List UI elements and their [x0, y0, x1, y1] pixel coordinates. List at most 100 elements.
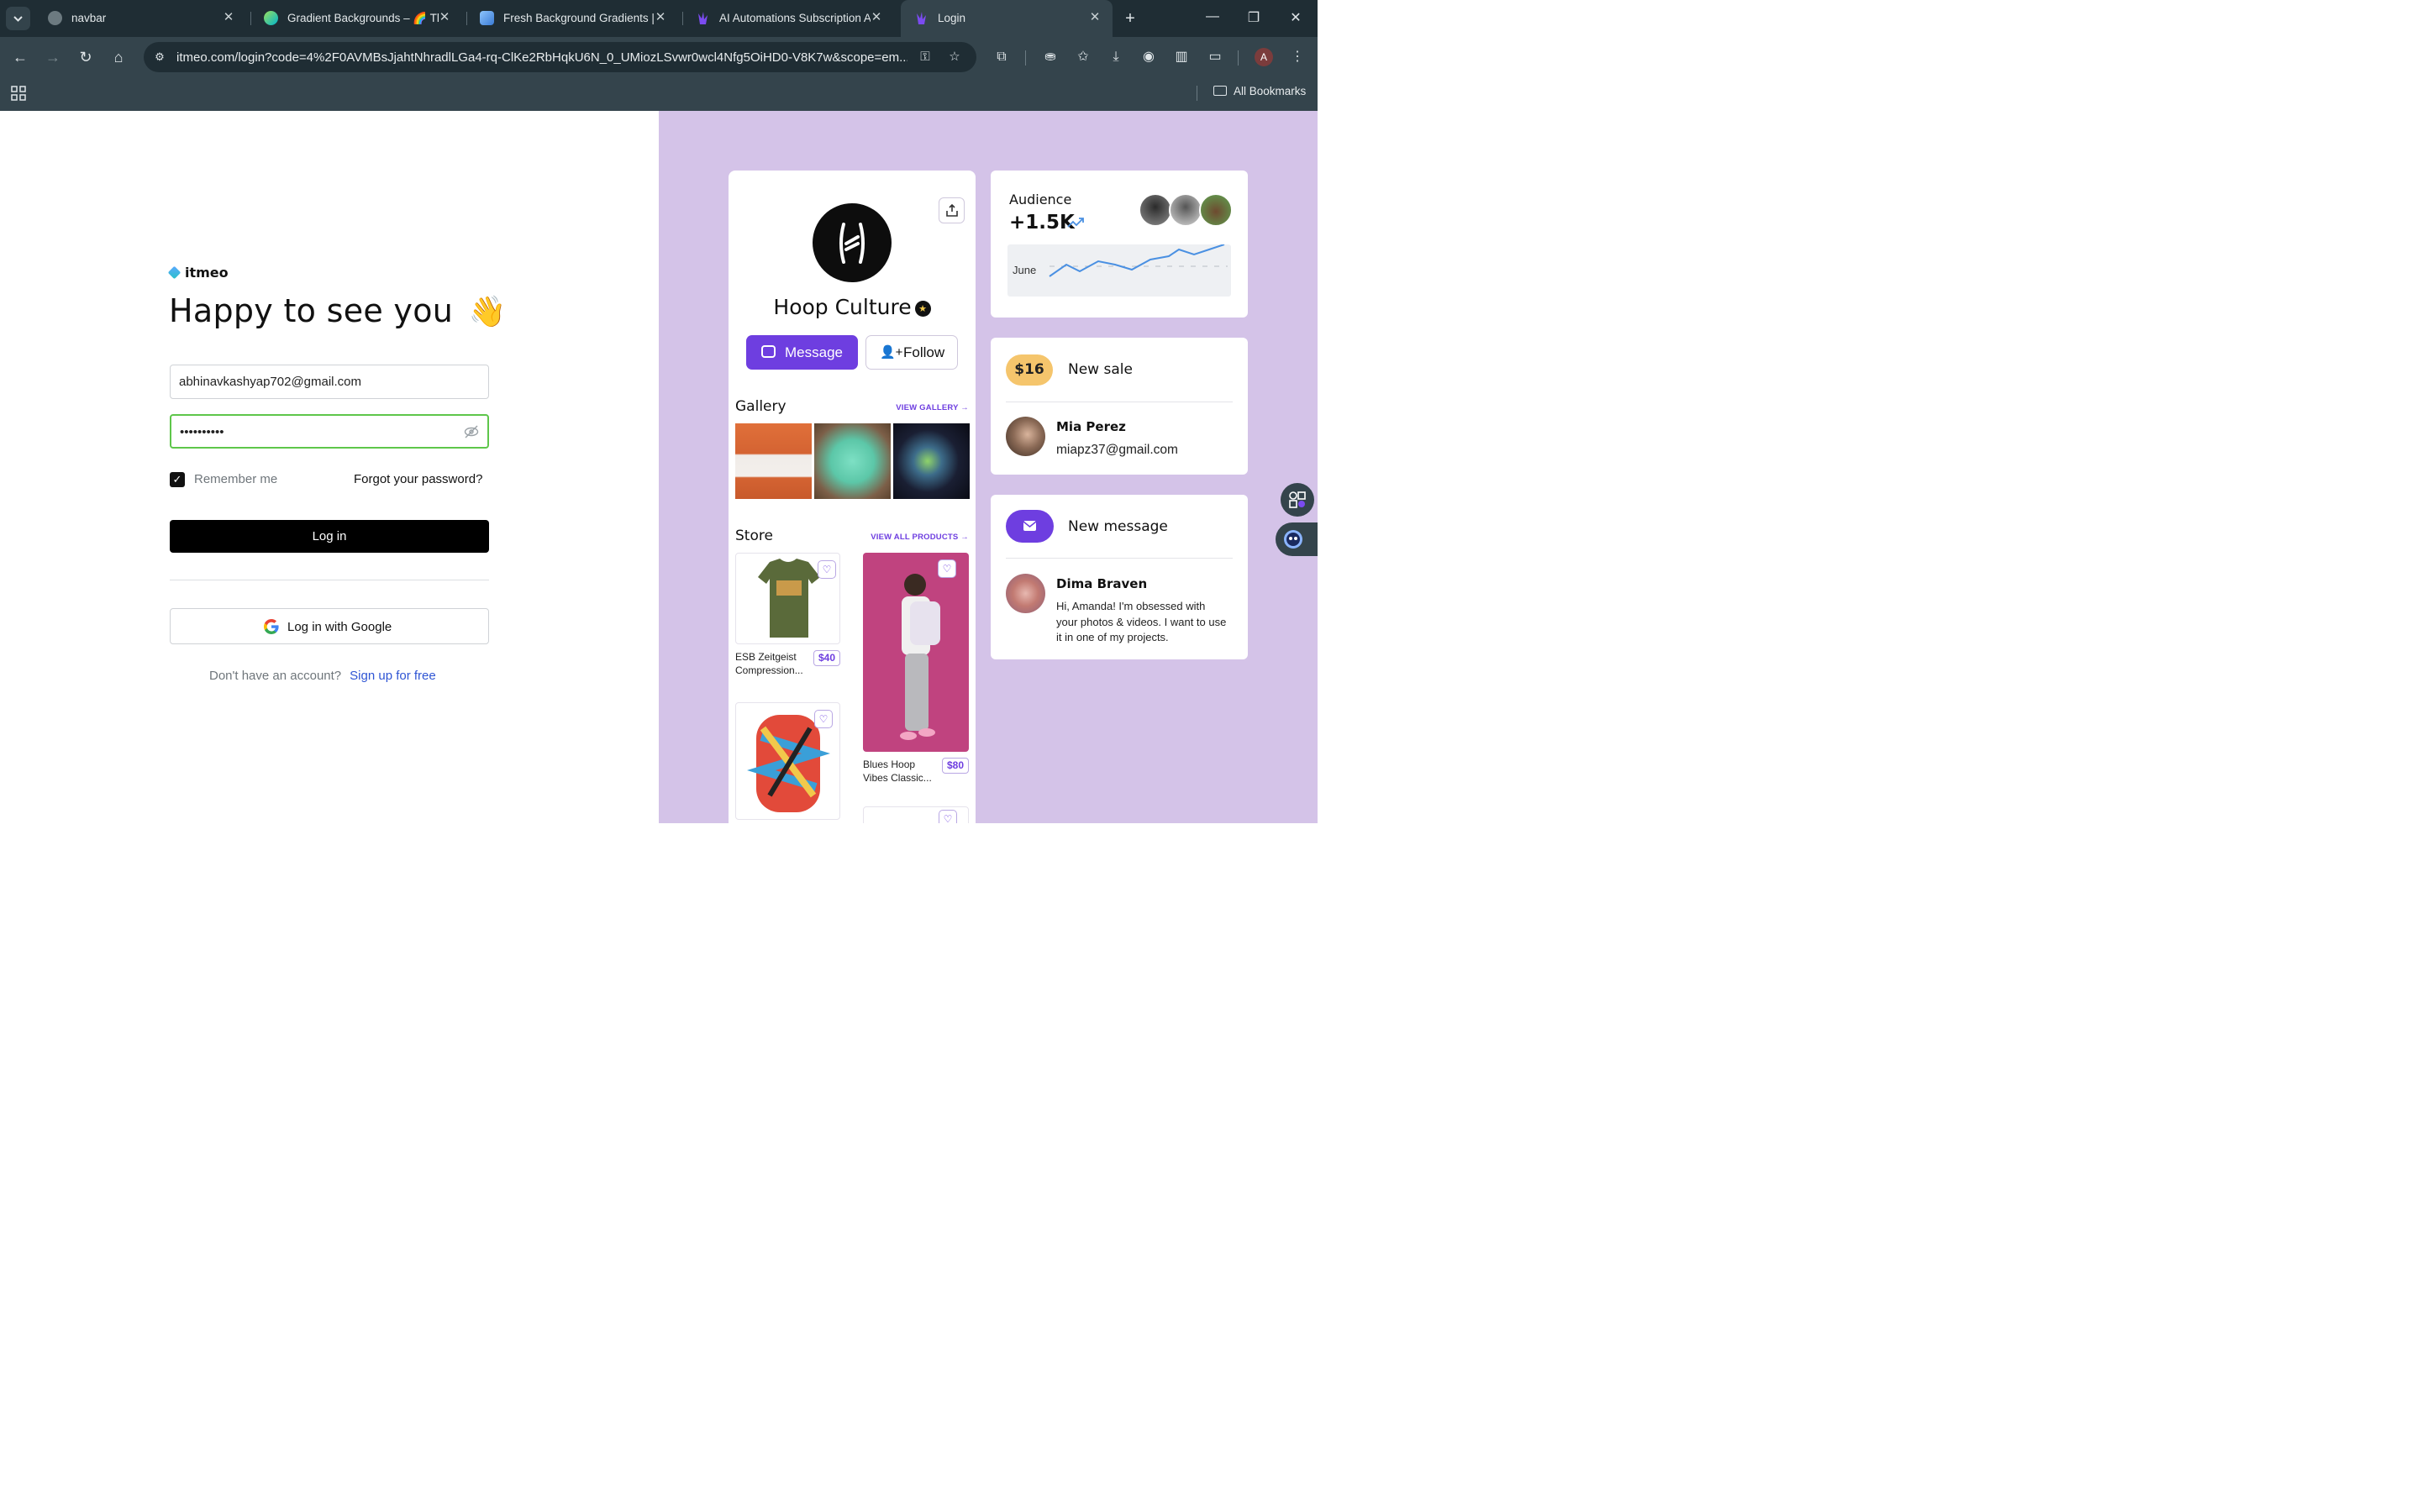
google-login-button[interactable]: Log in with Google: [170, 608, 489, 644]
audience-sparkline: [1049, 244, 1228, 277]
product-card[interactable]: ♡: [735, 702, 840, 820]
gallery-title: Gallery: [735, 398, 786, 415]
product-card[interactable]: ♡: [863, 553, 969, 752]
heart-icon[interactable]: ♡: [939, 810, 957, 823]
card-divider: [1006, 558, 1233, 559]
avatar: [1006, 574, 1045, 613]
product-card[interactable]: ♡: [735, 553, 840, 644]
reading-mode-icon[interactable]: ▥: [1172, 48, 1191, 66]
profile-name: Hoop Culture ★: [729, 295, 976, 319]
close-icon[interactable]: ✕: [437, 10, 452, 25]
price-badge: $80: [942, 758, 970, 774]
message-preview: Hi, Amanda! I'm obsessed with your photo…: [1056, 600, 1227, 643]
avatar: [1139, 193, 1172, 227]
google-icon: [264, 619, 279, 634]
product-card[interactable]: ♡: [863, 806, 969, 823]
password-key-icon[interactable]: ⚿: [916, 49, 934, 66]
share-icon[interactable]: [939, 197, 965, 223]
download-icon[interactable]: ⤓: [1107, 48, 1125, 66]
close-window-icon[interactable]: ✕: [1286, 9, 1306, 26]
gallery-image[interactable]: [893, 423, 970, 499]
favorites-icon[interactable]: ✩: [1074, 48, 1092, 66]
view-gallery-link[interactable]: VIEW GALLERY →: [896, 403, 969, 412]
url-text[interactable]: itmeo.com/login?code=4%2F0AVMBsJjahtNhra…: [176, 50, 908, 65]
signup-row: Don't have an account? Sign up for free: [209, 669, 436, 683]
brand-logo[interactable]: itmeo: [167, 265, 229, 281]
follow-button[interactable]: 👤+ Follow: [865, 335, 958, 370]
message-label: New message: [1068, 518, 1168, 535]
message-card: New message Dima Braven Hi, Amanda! I'm …: [991, 495, 1248, 659]
device-icon[interactable]: ▭: [1206, 48, 1224, 66]
gallery-image[interactable]: [735, 423, 812, 499]
audience-title: Audience: [1009, 192, 1072, 207]
heart-icon[interactable]: ♡: [814, 710, 833, 728]
backpack-model-image: [900, 574, 940, 740]
buyer-name: Mia Perez: [1056, 419, 1126, 434]
heart-icon[interactable]: ♡: [938, 559, 956, 578]
extension-widget-icon[interactable]: [1281, 483, 1314, 517]
close-icon[interactable]: ✕: [869, 10, 884, 25]
toolbar-separator: [1025, 50, 1026, 66]
all-bookmarks-button[interactable]: All Bookmarks: [1213, 85, 1306, 97]
remember-checkbox[interactable]: ✓: [170, 472, 185, 487]
trend-up-icon: [1067, 216, 1086, 234]
tab-search-button[interactable]: [6, 7, 30, 30]
gallery-image[interactable]: [814, 423, 891, 499]
bookmark-star-icon[interactable]: ☆: [945, 49, 964, 66]
tab-ai-automations[interactable]: AI Automations Subscription Ag ✕: [682, 0, 894, 37]
more-menu-icon[interactable]: ⋮: [1288, 48, 1307, 66]
chat-icon: [761, 345, 776, 358]
audience-chart: June: [1007, 244, 1231, 297]
waving-hand-icon: 👋: [468, 295, 507, 329]
assistant-widget-icon[interactable]: [1276, 522, 1318, 556]
product-name[interactable]: ESB Zeitgeist Compression...: [735, 650, 811, 677]
password-value: ••••••••••: [180, 425, 224, 439]
page-title: Happy to see you 👋: [169, 292, 507, 329]
apps-grid-icon[interactable]: [10, 85, 27, 102]
avatar: [1169, 193, 1202, 227]
buyer-email: miapz37@gmail.com: [1056, 443, 1178, 457]
envelope-icon: [1006, 510, 1054, 543]
incognito-icon[interactable]: ⛂: [1041, 48, 1060, 66]
site-favicon-icon: [264, 11, 278, 25]
sale-label: New sale: [1068, 361, 1133, 378]
back-icon[interactable]: ←: [10, 48, 30, 66]
toolbar-separator: [1238, 50, 1239, 66]
close-icon[interactable]: ✕: [221, 10, 236, 25]
forgot-password-link[interactable]: Forgot your password?: [354, 472, 482, 486]
site-info-icon[interactable]: ⚙: [151, 49, 168, 66]
message-button[interactable]: Message: [746, 335, 858, 370]
address-bar[interactable]: ⚙ itmeo.com/login?code=4%2F0AVMBsJjahtNh…: [144, 42, 976, 72]
signup-link[interactable]: Sign up for free: [350, 669, 436, 683]
reload-icon[interactable]: ↻: [76, 48, 96, 66]
login-button[interactable]: Log in: [170, 520, 489, 553]
tab-gradient-backgrounds[interactable]: Gradient Backgrounds – 🌈 The ✕: [250, 0, 462, 37]
view-all-products-link[interactable]: VIEW ALL PRODUCTS →: [871, 533, 969, 542]
tab-fresh-gradients[interactable]: Fresh Background Gradients | W ✕: [466, 0, 678, 37]
verified-badge-icon: ★: [914, 301, 931, 317]
restore-icon[interactable]: ❐: [1244, 9, 1264, 26]
email-field[interactable]: abhinavkashyap702@gmail.com: [170, 365, 489, 399]
forward-icon[interactable]: →: [43, 48, 63, 66]
heart-icon[interactable]: ♡: [818, 560, 836, 579]
close-icon[interactable]: ✕: [1087, 10, 1102, 25]
eye-off-icon[interactable]: [464, 424, 479, 439]
audience-value: +1.5K: [1009, 212, 1075, 234]
profile-avatar[interactable]: A: [1255, 48, 1273, 66]
product-name[interactable]: Blues Hoop Vibes Classic...: [863, 758, 939, 785]
extensions-icon[interactable]: ⧉: [992, 48, 1011, 66]
tab-navbar[interactable]: navbar ✕: [34, 0, 246, 37]
tab-login[interactable]: Login ✕: [901, 0, 1113, 37]
showcase-panel: Hoop Culture ★ Message 👤+ Follow Gallery …: [659, 111, 1318, 823]
audience-card: Audience +1.5K June: [991, 171, 1248, 318]
home-icon[interactable]: ⌂: [108, 48, 129, 66]
remember-label[interactable]: Remember me: [194, 472, 277, 486]
password-field[interactable]: ••••••••••: [170, 414, 489, 449]
email-value: abhinavkashyap702@gmail.com: [179, 375, 362, 389]
screenshot-icon[interactable]: ◉: [1139, 48, 1158, 66]
minimize-icon[interactable]: —: [1202, 9, 1223, 24]
close-icon[interactable]: ✕: [653, 10, 668, 25]
new-tab-button[interactable]: +: [1120, 9, 1140, 29]
tab-bar: navbar ✕ Gradient Backgrounds – 🌈 The ✕ …: [0, 0, 1318, 37]
arrow-right-icon: →: [960, 533, 969, 542]
